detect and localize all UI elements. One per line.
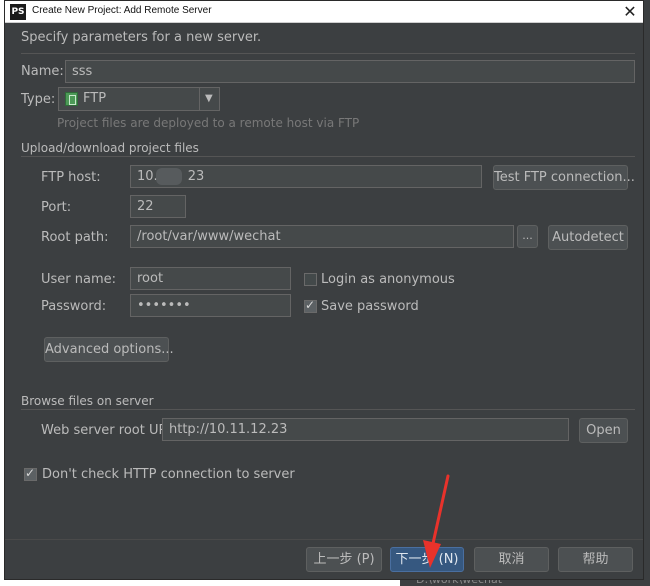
advanced-options-button[interactable]: Advanced options... xyxy=(44,337,174,362)
login-anonymous-label: Login as anonymous xyxy=(321,272,455,287)
password-input[interactable]: ••••••• xyxy=(130,294,291,317)
dialog-window: PS Create New Project: Add Remote Server… xyxy=(4,0,644,580)
save-password-label: Save password xyxy=(321,299,419,314)
ftp-host-input[interactable]: 10. 23 xyxy=(130,165,482,188)
heading-divider xyxy=(21,53,635,54)
prev-button[interactable]: 上一步 (P) xyxy=(306,547,382,572)
help-button[interactable]: 帮助 xyxy=(558,547,633,572)
type-label: Type: xyxy=(21,92,56,107)
select-divider xyxy=(199,88,200,110)
name-label: Name: xyxy=(21,64,64,79)
root-path-label: Root path: xyxy=(41,230,109,245)
web-root-url-label: Web server root URL: xyxy=(41,423,180,438)
username-input[interactable]: root xyxy=(130,267,291,290)
save-password-checkbox[interactable] xyxy=(304,298,317,313)
type-select[interactable]: FTP ▼ xyxy=(58,87,220,111)
window-title: Create New Project: Add Remote Server xyxy=(32,5,212,16)
ftp-host-value-suffix: 23 xyxy=(187,169,205,184)
ftp-icon xyxy=(65,92,78,106)
port-label: Port: xyxy=(41,200,72,215)
test-ftp-connection-button[interactable]: Test FTP connection... xyxy=(493,165,635,190)
title-bar: PS Create New Project: Add Remote Server… xyxy=(5,1,643,23)
username-label: User name: xyxy=(41,272,117,287)
open-button[interactable]: Open xyxy=(579,418,628,443)
root-path-input[interactable]: /root/var/www/wechat xyxy=(130,225,514,248)
ftp-host-value-prefix: 10. xyxy=(137,169,158,184)
web-root-url-input[interactable]: http://10.11.12.23 xyxy=(162,418,569,441)
type-hint: Project files are deployed to a remote h… xyxy=(57,116,360,130)
name-input[interactable]: sss xyxy=(65,60,635,83)
cancel-button[interactable]: 取消 xyxy=(474,547,549,572)
close-icon[interactable]: ✕ xyxy=(621,3,639,21)
type-select-value: FTP xyxy=(83,91,107,106)
password-label: Password: xyxy=(41,299,107,314)
section-upload-download: Upload/download project files xyxy=(21,141,199,155)
dont-check-http-checkbox[interactable] xyxy=(24,466,37,481)
dialog-heading: Specify parameters for a new server. xyxy=(21,30,262,45)
ftp-host-label: FTP host: xyxy=(41,170,101,185)
login-anonymous-checkbox[interactable] xyxy=(304,273,317,286)
port-input[interactable]: 22 xyxy=(130,195,186,218)
dont-check-http-label: Don't check HTTP connection to server xyxy=(42,467,295,482)
autodetect-button[interactable]: Autodetect xyxy=(548,225,628,250)
footer-divider xyxy=(5,539,643,540)
chevron-down-icon: ▼ xyxy=(205,93,213,104)
browse-button[interactable]: ... xyxy=(517,225,538,248)
section-divider xyxy=(21,156,635,157)
red-arrow-annotation xyxy=(423,474,450,568)
section-divider xyxy=(21,409,635,410)
redacted-blur xyxy=(156,168,182,185)
section-browse-files: Browse files on server xyxy=(21,394,154,408)
phpstorm-app-icon: PS xyxy=(10,4,26,20)
